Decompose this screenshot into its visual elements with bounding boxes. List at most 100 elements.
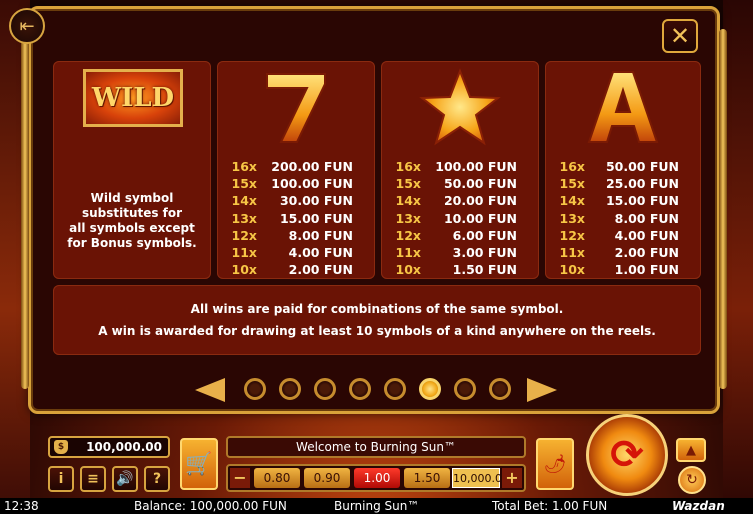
pay-amount: 8.00 FUN: [614, 210, 679, 226]
rule-text: A win is awarded for drawing at least 10…: [98, 324, 656, 338]
sound-button[interactable]: 🔊: [112, 466, 138, 492]
spin-arrows-icon: ⟳: [610, 432, 644, 478]
pay-amount: 15.00 FUN: [279, 210, 353, 226]
bet-total-display: 10,000.00: [452, 468, 509, 488]
pay-row: 10x 2.00 FUN: [217, 261, 375, 278]
pay-amount: 1.50 FUN: [452, 262, 517, 278]
pay-count: 10x: [395, 262, 421, 278]
next-page-arrow-icon[interactable]: [527, 378, 557, 402]
rules-panel: All wins are paid for combinations of th…: [53, 285, 701, 355]
rule-text: All wins are paid for combinations of th…: [190, 302, 564, 316]
seven-pay-table: 16x 200.00 FUN 15x 100.00 FUN 14x 30.00 FUN…: [217, 158, 375, 278]
pay-row: 11x 2.00 FUN: [545, 244, 701, 261]
bet-decrease-button[interactable]: −: [230, 468, 250, 488]
bet-option[interactable]: 0.80: [254, 468, 300, 488]
prev-page-arrow-icon[interactable]: [195, 378, 225, 402]
pay-row: 12x 8.00 FUN: [217, 227, 375, 244]
brand-logo: Wazdan: [672, 499, 725, 513]
pay-amount: 3.00 FUN: [452, 244, 517, 260]
page-dot[interactable]: [314, 378, 336, 400]
page-dot[interactable]: [454, 378, 476, 400]
pay-amount: 10.00 FUN: [443, 210, 517, 226]
pay-count: 12x: [395, 227, 421, 243]
background-right: [723, 0, 753, 514]
letter-a-panel: 16x 50.00 FUN 15x 25.00 FUN 14x 15.00 FUN 1…: [545, 61, 701, 279]
bet-option[interactable]: 1.50: [404, 468, 450, 488]
pay-count: 14x: [395, 193, 421, 209]
pay-row: 12x 4.00 FUN: [545, 227, 701, 244]
status-total-bet: Total Bet: 1.00 FUN: [492, 499, 608, 513]
pay-count: 14x: [559, 193, 585, 209]
pay-count: 13x: [559, 210, 585, 226]
pay-row: 15x 25.00 FUN: [545, 175, 701, 192]
status-balance: Balance: 100,000.00 FUN: [134, 499, 287, 513]
pay-amount: 20.00 FUN: [443, 193, 517, 209]
pay-amount: 4.00 FUN: [614, 227, 679, 243]
pay-amount: 1.00 FUN: [614, 262, 679, 278]
bonus-feature-button[interactable]: 🌶: [536, 438, 574, 490]
page-dot[interactable]: [279, 378, 301, 400]
pay-row: 13x 15.00 FUN: [217, 210, 375, 227]
menu-button[interactable]: ≡: [80, 466, 106, 492]
info-button[interactable]: i: [48, 466, 74, 492]
help-button[interactable]: ?: [144, 466, 170, 492]
pay-row: 14x 15.00 FUN: [545, 192, 701, 209]
page-dot[interactable]: [244, 378, 266, 400]
seven-icon: [217, 67, 375, 147]
trophy-icon: ▲: [686, 442, 696, 458]
pay-row: 12x 6.00 FUN: [381, 227, 539, 244]
page-dot[interactable]: [489, 378, 511, 400]
page-indicator: [31, 378, 717, 406]
status-game-name: Burning Sun™: [334, 499, 420, 513]
left-pillar-ornament: [21, 29, 29, 389]
autoplay-button[interactable]: ↻: [678, 466, 706, 494]
pay-amount: 15.00 FUN: [605, 193, 679, 209]
balance-value: 100,000.00: [86, 440, 162, 454]
pay-count: 13x: [395, 210, 421, 226]
exit-icon[interactable]: ⇤: [9, 8, 45, 44]
pay-count: 16x: [395, 159, 421, 174]
pay-amount: 4.00 FUN: [288, 244, 353, 260]
pay-row: 10x 1.50 FUN: [381, 261, 539, 278]
pay-count: 11x: [559, 244, 585, 260]
letter-a-icon: [545, 67, 701, 147]
pay-count: 10x: [559, 262, 585, 278]
pay-amount: 200.00 FUN: [271, 159, 353, 174]
bet-option[interactable]: 0.90: [304, 468, 350, 488]
pay-count: 11x: [231, 244, 257, 260]
pay-row: 16x 200.00 FUN: [217, 158, 375, 175]
wild-symbol-icon: WILD: [83, 69, 183, 127]
pay-row: 13x 8.00 FUN: [545, 210, 701, 227]
star-icon: [381, 67, 539, 147]
pay-row: 11x 3.00 FUN: [381, 244, 539, 261]
money-bag-icon: $: [54, 440, 68, 454]
seven-panel: 16x 200.00 FUN 15x 100.00 FUN 14x 30.00 FUN…: [217, 61, 375, 279]
page-dot[interactable]: [384, 378, 406, 400]
pay-amount: 30.00 FUN: [279, 193, 353, 209]
bet-increase-button[interactable]: +: [502, 468, 522, 488]
pay-count: 15x: [395, 176, 421, 192]
page-dot-active[interactable]: [419, 378, 441, 400]
bet-option-selected[interactable]: 1.00: [354, 468, 400, 488]
pay-count: 12x: [559, 227, 585, 243]
pay-count: 10x: [231, 262, 257, 278]
right-pillar-ornament: [719, 29, 727, 389]
pay-row: 13x 10.00 FUN: [381, 210, 539, 227]
pay-row: 16x 50.00 FUN: [545, 158, 701, 175]
cart-icon: 🛒: [185, 451, 213, 477]
pay-count: 13x: [231, 210, 257, 226]
pay-amount: 6.00 FUN: [452, 227, 517, 243]
buy-cart-button[interactable]: 🛒: [180, 438, 218, 490]
spin-button[interactable]: ⟳: [586, 414, 668, 496]
pay-count: 12x: [231, 227, 257, 243]
pay-amount: 50.00 FUN: [605, 159, 679, 174]
close-button[interactable]: ✕: [662, 19, 698, 53]
pay-row: 15x 50.00 FUN: [381, 175, 539, 192]
page-dot[interactable]: [349, 378, 371, 400]
pay-count: 11x: [395, 244, 421, 260]
turbo-button[interactable]: ▲: [676, 438, 706, 462]
balance-display: $ 100,000.00: [48, 436, 170, 458]
pay-row: 14x 20.00 FUN: [381, 192, 539, 209]
pay-count: 15x: [559, 176, 585, 192]
star-pay-table: 16x 100.00 FUN 15x 50.00 FUN 14x 20.00 FUN …: [381, 158, 539, 278]
